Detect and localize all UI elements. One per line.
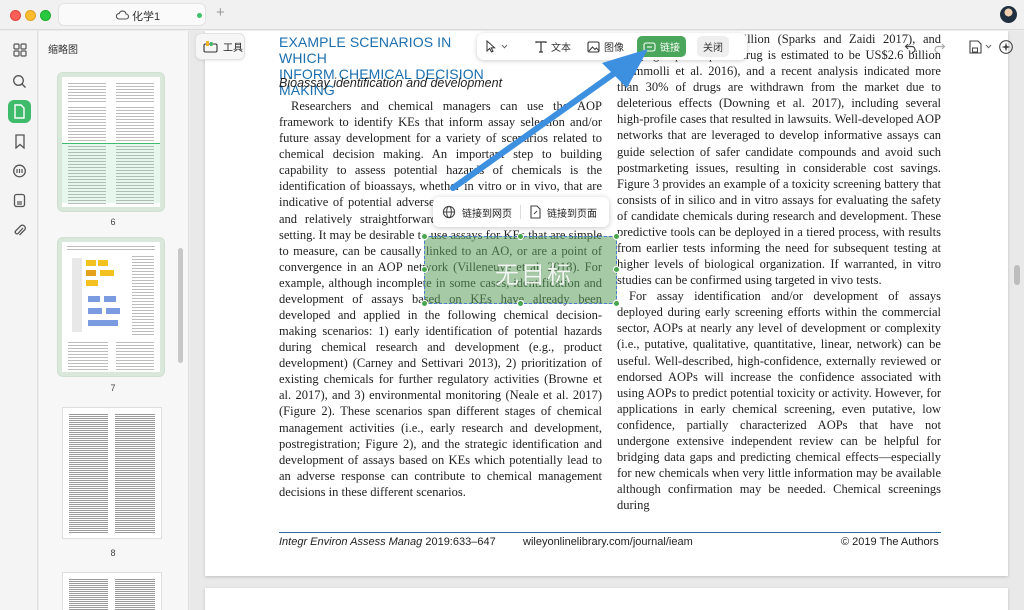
- document-viewer: EXAMPLE SCENARIOS IN WHICH INFORM CHEMIC…: [190, 31, 1024, 610]
- link-to-web-label: 链接到网页: [462, 208, 512, 220]
- stamp-icon[interactable]: [8, 189, 31, 212]
- add-tab-button[interactable]: +: [216, 4, 225, 22]
- subheading: Bioassay identification and development: [279, 76, 503, 90]
- link-options-popup: 链接到网页 链接到页面: [433, 197, 609, 227]
- right-top-paragraph: mated to be US$2.6 billion (Sparks and Z…: [617, 32, 941, 288]
- link-to-web-button[interactable]: 链接到网页: [442, 197, 512, 227]
- text-tool-button[interactable]: 文本: [535, 36, 571, 57]
- link-to-page-label: 链接到页面: [547, 208, 597, 220]
- close-window-button[interactable]: [10, 10, 21, 21]
- footer-url[interactable]: wileyonlinelibrary.com/journal/ieam: [523, 536, 693, 548]
- resize-handle[interactable]: [517, 233, 524, 240]
- link-tool-label: 链接: [660, 43, 680, 54]
- figure-diagram: [70, 256, 130, 336]
- tools-button[interactable]: 工具: [195, 33, 245, 60]
- link-target-label: 无目标: [495, 262, 573, 289]
- comment-icon[interactable]: [8, 160, 31, 183]
- thumbnail-page-number: 8: [110, 548, 116, 558]
- link-tool-button[interactable]: 链接: [637, 36, 686, 57]
- footer-copyright: © 2019 The Authors: [841, 536, 939, 548]
- right-paragraph: For assay identification and/or developm…: [617, 289, 941, 513]
- document-tab[interactable]: 化学1: [58, 3, 206, 26]
- cursor-icon: [486, 40, 496, 53]
- select-tool-button[interactable]: [485, 36, 508, 57]
- right-column: mated to be US$2.6 billion (Sparks and Z…: [617, 31, 941, 513]
- thumbnail-scrollbar[interactable]: [178, 248, 183, 363]
- resize-handle[interactable]: [421, 300, 428, 307]
- grid-icon[interactable]: [8, 38, 31, 61]
- thumbnail-panel: 缩略图 6 7 8: [39, 31, 189, 610]
- link-icon: [643, 41, 656, 52]
- resize-handle[interactable]: [421, 233, 428, 240]
- toolbox-icon: [203, 41, 218, 53]
- text-icon: [535, 40, 547, 53]
- attachment-icon[interactable]: [8, 219, 31, 242]
- edit-toolbar: 文本 图像 链接 关闭: [477, 33, 747, 60]
- footer-journal: Integr Environ Assess Manag: [279, 536, 423, 548]
- document-scrollbar[interactable]: [1014, 265, 1020, 285]
- zoom-window-button[interactable]: [40, 10, 51, 21]
- tab-title: 化学1: [132, 11, 161, 23]
- image-tool-button[interactable]: 图像: [587, 36, 624, 57]
- text-lines: [68, 342, 108, 372]
- footer-rule: [279, 532, 941, 533]
- text-lines: [67, 246, 155, 252]
- chevron-down-icon[interactable]: [985, 44, 992, 49]
- title-bar: 化学1 +: [0, 0, 1024, 30]
- page-link-icon: [530, 205, 541, 219]
- resize-handle[interactable]: [613, 266, 620, 273]
- search-icon[interactable]: [8, 70, 31, 93]
- text-lines: [115, 579, 155, 610]
- next-pdf-page: [205, 588, 1008, 610]
- popup-divider: [520, 205, 521, 219]
- chevron-down-icon: [501, 44, 508, 49]
- close-toolbar-label: 关闭: [703, 43, 723, 54]
- close-toolbar-button[interactable]: 关闭: [697, 36, 729, 57]
- current-view-highlight: [62, 143, 160, 203]
- save-icon[interactable]: [968, 39, 982, 54]
- minimize-window-button[interactable]: [25, 10, 36, 21]
- text-tool-label: 文本: [551, 43, 571, 54]
- text-lines: [132, 256, 154, 336]
- tools-label: 工具: [223, 43, 243, 54]
- thumbnail-panel-title: 缩略图: [48, 45, 78, 56]
- image-icon: [587, 40, 600, 53]
- image-tool-label: 图像: [604, 43, 624, 54]
- avatar[interactable]: [1000, 6, 1017, 23]
- thumbnail-page-9[interactable]: [62, 572, 162, 610]
- thumbnail-page-number: 6: [110, 217, 116, 227]
- link-to-page-button[interactable]: 链接到页面: [529, 197, 597, 227]
- thumbnail-page-6[interactable]: [57, 72, 165, 212]
- resize-handle[interactable]: [613, 233, 620, 240]
- pdf-page: EXAMPLE SCENARIOS IN WHICH INFORM CHEMIC…: [205, 31, 1008, 576]
- footer-citation: Integr Environ Assess Manag 2019:633–647: [279, 536, 496, 548]
- text-lines: [115, 414, 155, 534]
- undo-icon[interactable]: [904, 41, 917, 53]
- thumbnail-page-number: 7: [110, 383, 116, 393]
- text-lines: [116, 342, 154, 372]
- cloud-icon: [115, 10, 129, 20]
- resize-handle[interactable]: [613, 300, 620, 307]
- thumbnail-page-sheet: [62, 77, 160, 207]
- redo-icon[interactable]: [933, 41, 946, 53]
- page-icon[interactable]: [8, 100, 31, 123]
- thumbnail-page-7[interactable]: [57, 237, 165, 377]
- globe-link-icon: [442, 205, 456, 219]
- left-rail: [0, 31, 38, 610]
- text-lines: [68, 83, 106, 103]
- text-lines: [69, 414, 108, 534]
- text-lines: [69, 579, 108, 610]
- resize-handle[interactable]: [517, 300, 524, 307]
- thumbnail-page-8[interactable]: [62, 407, 162, 539]
- history-controls: [898, 33, 1018, 60]
- resize-handle[interactable]: [421, 266, 428, 273]
- heading-line-1: EXAMPLE SCENARIOS IN WHICH: [279, 34, 452, 66]
- ai-assistant-icon[interactable]: [998, 39, 1014, 55]
- thumbnail-page-sheet: [62, 242, 160, 372]
- text-lines: [116, 83, 154, 103]
- bookmark-icon[interactable]: [8, 130, 31, 153]
- footer-pages: 2019:633–647: [422, 536, 496, 548]
- tab-status-dot: [197, 13, 202, 18]
